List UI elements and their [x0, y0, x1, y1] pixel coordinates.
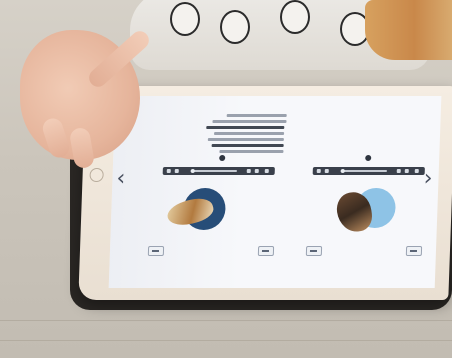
- table-grain: [0, 340, 452, 341]
- fullscreen-icon[interactable]: [264, 169, 269, 173]
- ipad-screen: ‹ ›: [108, 96, 442, 288]
- chevron-left-icon[interactable]: ‹: [116, 166, 126, 191]
- settings-icon[interactable]: [246, 169, 251, 173]
- shirt-print: [220, 10, 250, 44]
- slider-thumb[interactable]: [340, 169, 345, 173]
- ar-button-right[interactable]: [305, 246, 323, 256]
- rotate-icon[interactable]: [174, 169, 179, 173]
- sound-icon[interactable]: [404, 169, 409, 173]
- photo-scene: ‹ ›: [0, 0, 452, 358]
- viewer-toolbar-left[interactable]: [162, 167, 275, 175]
- timeline-slider[interactable]: [190, 170, 237, 172]
- viewer-toolbar-right[interactable]: [312, 167, 425, 175]
- info-text-block: [205, 114, 287, 156]
- home-button-icon[interactable]: [89, 168, 104, 182]
- ar-button-left[interactable]: [147, 246, 165, 256]
- shirt-print: [280, 0, 310, 34]
- settings-icon[interactable]: [396, 169, 401, 173]
- play-icon[interactable]: [316, 169, 321, 173]
- scarf: [365, 0, 452, 60]
- table-edge: [0, 320, 452, 321]
- sound-icon[interactable]: [254, 169, 259, 173]
- slider-thumb[interactable]: [190, 169, 195, 173]
- expand-button-right[interactable]: [405, 246, 423, 256]
- timeline-slider[interactable]: [340, 170, 387, 172]
- rotate-icon[interactable]: [324, 169, 329, 173]
- expand-button-left[interactable]: [257, 246, 275, 256]
- shirt-print: [170, 2, 200, 36]
- play-icon[interactable]: [166, 169, 171, 173]
- fullscreen-icon[interactable]: [414, 169, 419, 173]
